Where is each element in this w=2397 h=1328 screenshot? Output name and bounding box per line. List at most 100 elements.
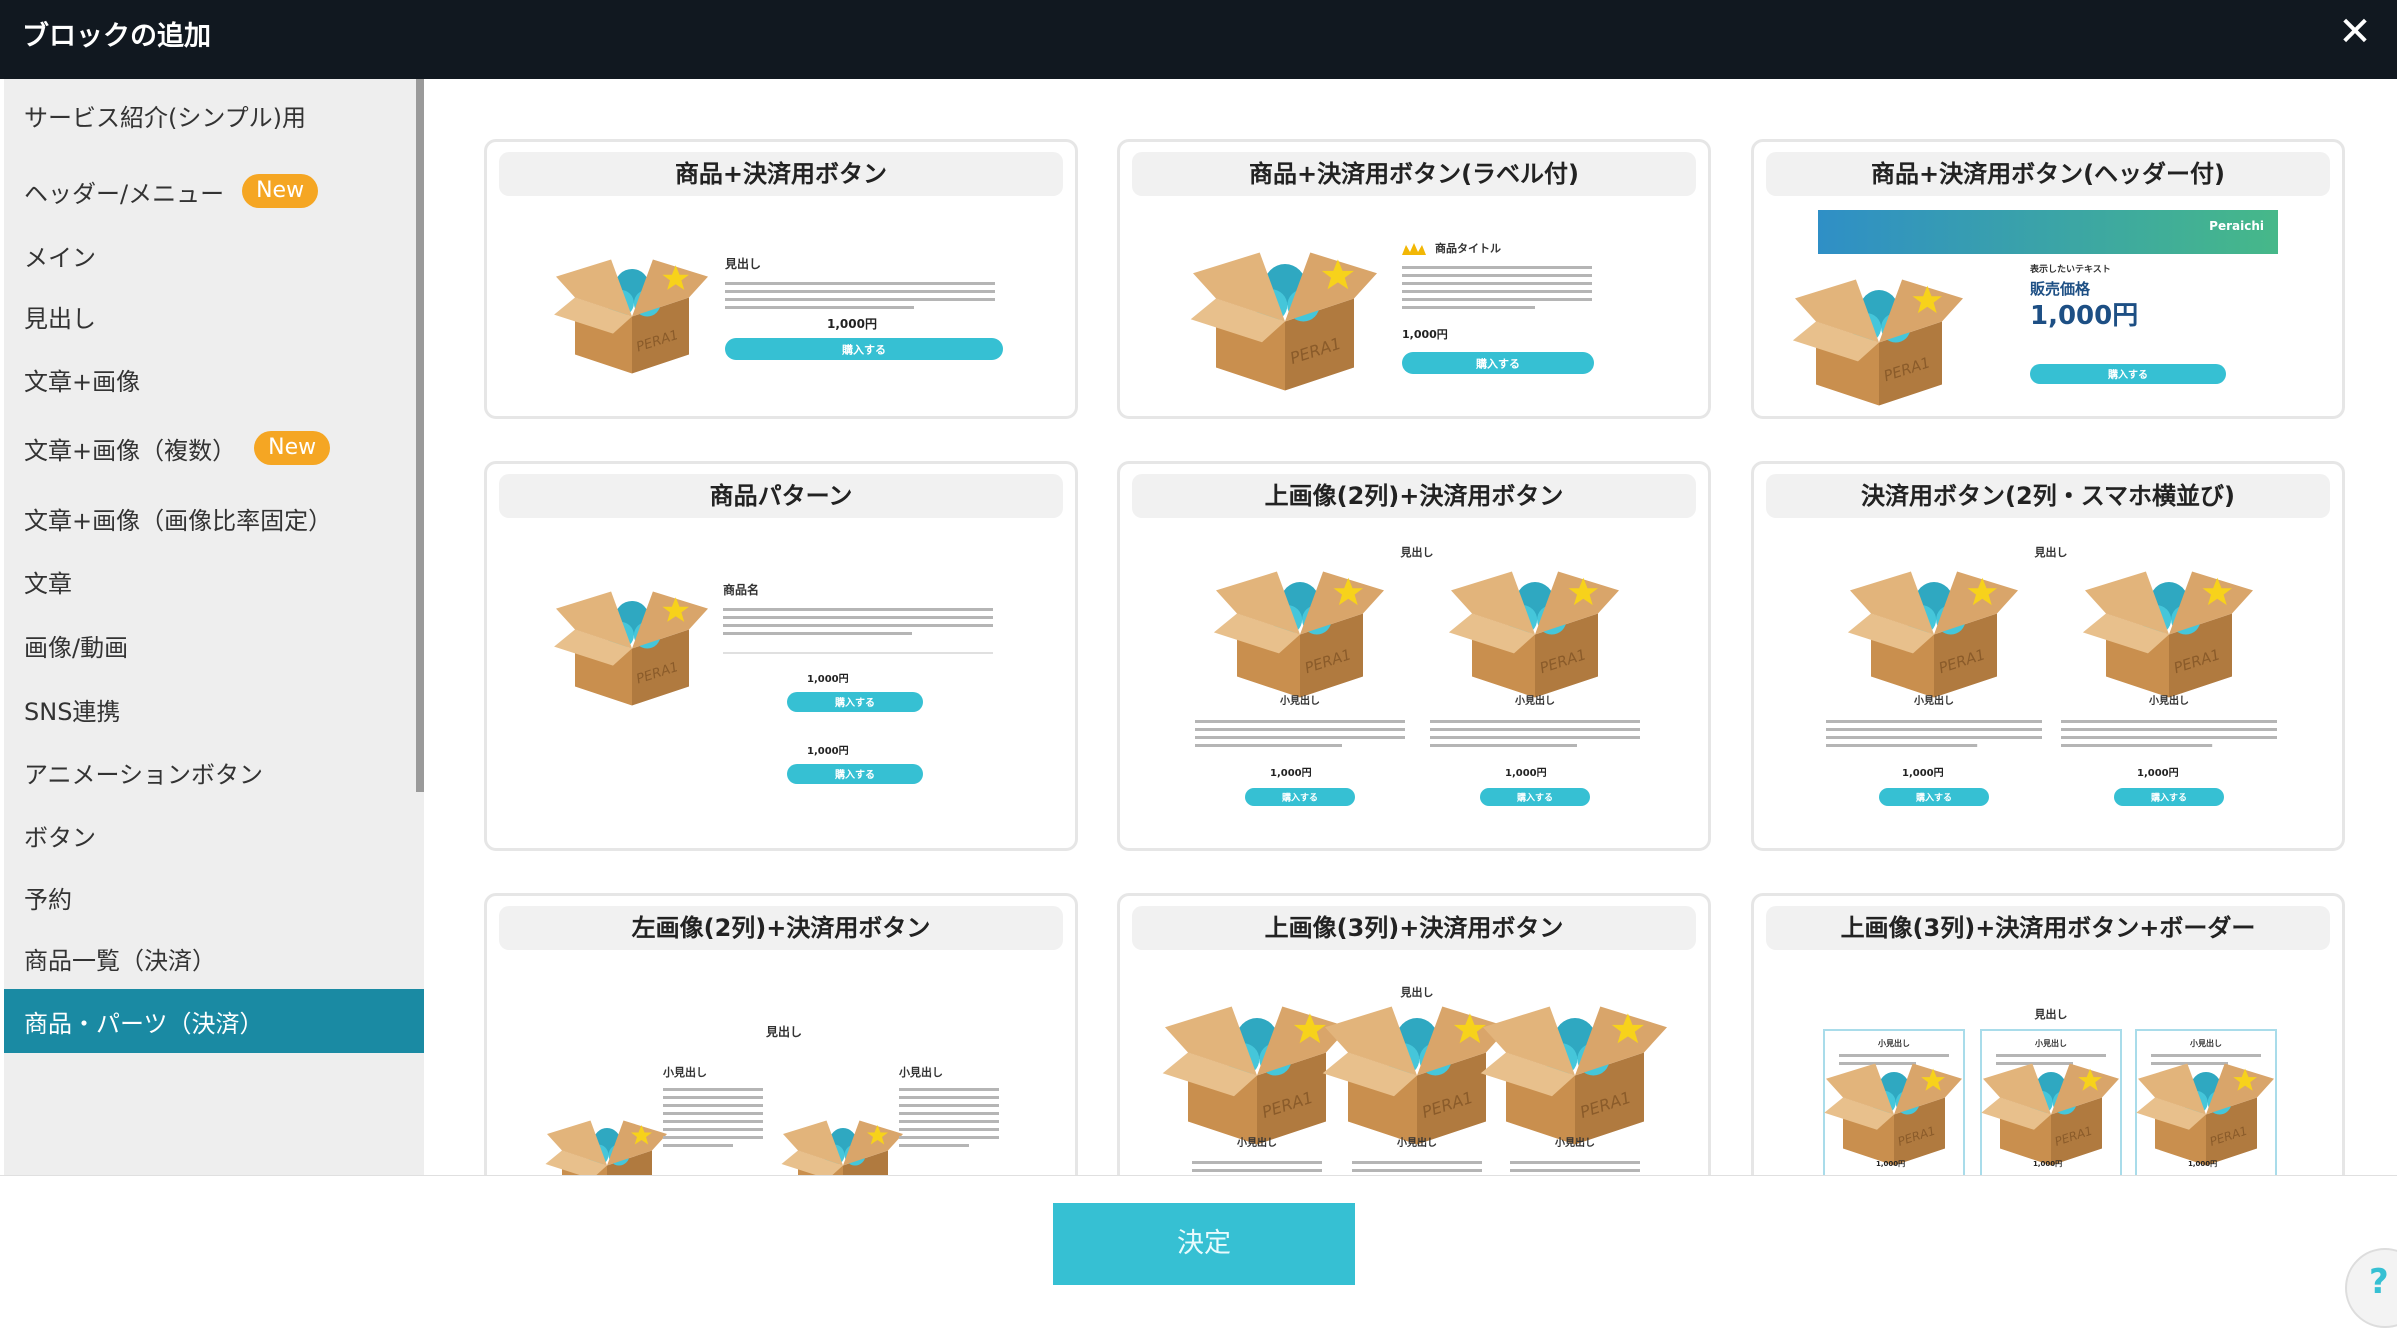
product-box-image: PERA1 [554,591,708,706]
text-placeholder [899,1104,999,1107]
category-sidebar: サービス紹介(シンプル)用 ヘッダー/メニュー New メイン 見出し 文章+画像 文章+画… [4,79,424,1175]
decide-button[interactable]: 決定 [1053,1203,1355,1285]
text-placeholder [1826,736,2042,739]
price-text: 1,000円 [807,745,849,757]
text-placeholder [2151,1054,2261,1057]
price-text: 1,000円 [807,673,849,685]
buy-button-label: 購入する [2150,792,2187,804]
card-title: 左画像(2列)+決済用ボタン [499,906,1063,950]
text-placeholder [1510,1161,1640,1164]
block-template-card[interactable]: Peraichi PERA1 表示したいテキスト 販売価格 1,000円 購入する 商品+決… [1751,139,2345,419]
preview-subheading: 小見出し [1396,1136,1437,1149]
text-placeholder [1430,736,1640,739]
price-text: 1,000円 [2033,1160,2062,1168]
sidebar-item[interactable]: 文章 [4,549,416,613]
price-text: 1,000円 [1270,767,1312,779]
sidebar-scrollbar[interactable] [416,79,424,792]
block-preview: 見出しPERA1小見出し1,000円購入するPERA1小見出し1,000円購入す… [1826,545,2277,806]
text-placeholder [1996,1054,2106,1057]
text-placeholder [1826,728,2042,731]
preview-heading: 見出し [1400,545,1434,559]
text-placeholder [1826,720,2042,723]
text-placeholder [1195,736,1405,739]
block-template-card[interactable]: 見出し PERA1 小見出し PERA1 小見出し PERA1 小見出し 上画像(3列)+決済… [1117,893,1711,1175]
text-placeholder [663,1104,763,1107]
sidebar-item-label: ボタン [24,823,96,852]
sidebar-item[interactable]: アニメーションボタン [4,740,416,804]
text-placeholder [1195,744,1342,747]
product-box-image: PERA1 [1792,279,1963,406]
price-text: 1,000円 [1876,1160,1905,1168]
text-placeholder [1430,720,1640,723]
card-title: 上画像(2列)+決済用ボタン [1132,474,1696,518]
sidebar-item[interactable]: 画像/動画 [4,613,416,677]
sidebar-item[interactable]: 見出し [4,284,416,348]
text-placeholder [899,1136,999,1139]
product-box-image: PERA1 [1213,571,1384,698]
product-box-image: PERA1 [1480,1006,1667,1145]
text-placeholder [1996,1062,2073,1065]
preview-subheading: 小見出し [1236,1136,1277,1149]
preview-subheading: 小見出し [898,1065,943,1079]
preview-subheading: 小見出し [2034,1038,2067,1048]
price-text: 1,000円 [2188,1160,2217,1168]
sidebar-item[interactable]: 予約 [4,865,416,929]
price-text: 1,000円 [827,317,877,331]
card-title: 商品+決済用ボタン(ヘッダー付) [1766,152,2330,196]
block-template-card[interactable]: PERA1 商品名 1,000円 購入する 1,000円 購入する 商品パターン [484,461,1078,851]
new-badge: New [254,431,331,465]
text-placeholder [899,1096,999,1099]
text-placeholder [723,632,912,635]
sidebar-item[interactable]: ボタン [4,803,416,867]
product-box-image: PERA1 [1162,1006,1349,1145]
block-template-card[interactable]: PERA1 商品タイトル 1,000円 購入する 商品+決済用ボタン(ラベル付) [1117,139,1711,419]
text-placeholder [2061,736,2277,739]
text-placeholder [723,624,993,627]
text-placeholder [663,1128,763,1131]
text-placeholder [663,1136,763,1139]
block-template-card[interactable]: 見出し 小見出し PERA1 1,000円 小見出し PERA1 1,000円 小見出し PER… [1751,893,2345,1175]
block-template-card[interactable]: PERA1 見出し 1,000円 購入する 商品+決済用ボタン [484,139,1078,419]
block-preview: 見出しPERA1小見出し1,000円購入するPERA1小見出し1,000円購入す… [1195,545,1640,806]
product-box-image: PERA1 [2136,1063,2274,1166]
preview-subheading: 小見出し [662,1065,707,1079]
text-placeholder [1402,282,1592,285]
text-placeholder [2061,728,2277,731]
sidebar-item[interactable]: 商品・パーツ（決済） [4,989,424,1053]
block-gallery: PERA1 見出し 1,000円 購入する 商品+決済用ボタン PERA1 商品タイトル 1,… [424,79,2397,1175]
price-text: 1,000円 [2137,767,2179,779]
preview-heading: 見出し [765,1024,802,1039]
block-template-card[interactable]: 見出し PERA1 小見出し 1,000円 購入する PERA1 小見出し 1,000円 購入す… [1117,461,1711,851]
block-template-card[interactable]: 見出し PERA1 小見出し 1,000円 購入する PERA1 小見出し 1,000円 購入す… [1751,461,2345,851]
text-placeholder [2061,720,2277,723]
block-template-card[interactable]: 見出し PERA1 小見出し PERA1 小見出し 左画像(2列)+決済用ボタン [484,893,1078,1175]
buy-button-label: 購入する [834,768,875,781]
sidebar-item[interactable]: メイン [4,223,416,287]
sidebar-item[interactable]: SNS連携 [4,677,416,741]
card-title: 商品+決済用ボタン [499,152,1063,196]
product-box-image: PERA1 [545,1120,667,1175]
text-placeholder [899,1112,999,1115]
price-text: 1,000円 [1402,328,1448,341]
text-placeholder [723,608,993,611]
sidebar-item-label: SNS連携 [24,697,121,726]
sidebar-item-label: 文章 [24,569,72,598]
product-box-image: PERA1 [554,259,708,374]
text-placeholder [1192,1169,1322,1172]
modal-footer: 決定 [0,1175,2397,1300]
text-placeholder [1192,1161,1322,1164]
close-icon[interactable]: ✕ [2333,10,2377,54]
card-title: 決済用ボタン(2列・スマホ横並び) [1766,474,2330,518]
sidebar-item[interactable]: 文章+画像 [4,347,416,411]
sidebar-item[interactable]: 文章+画像（複数） New [4,416,416,480]
sidebar-item-label: サービス紹介(シンプル)用 [24,103,307,132]
sidebar-item[interactable]: 商品一覧（決済） [4,926,416,990]
sidebar-item[interactable]: サービス紹介(シンプル)用 [4,83,416,147]
text-placeholder [725,290,995,293]
add-block-modal: ブロックの追加 ✕ サービス紹介(シンプル)用 ヘッダー/メニュー New メイン 見出… [0,0,2397,1328]
preview-heading: 見出し [724,256,761,271]
price-text: 1,000円 [1505,767,1547,779]
sidebar-item[interactable]: 文章+画像（画像比率固定） [4,486,416,550]
modal-header: ブロックの追加 ✕ [0,0,2397,79]
sidebar-item[interactable]: ヘッダー/メニュー New [4,159,416,223]
